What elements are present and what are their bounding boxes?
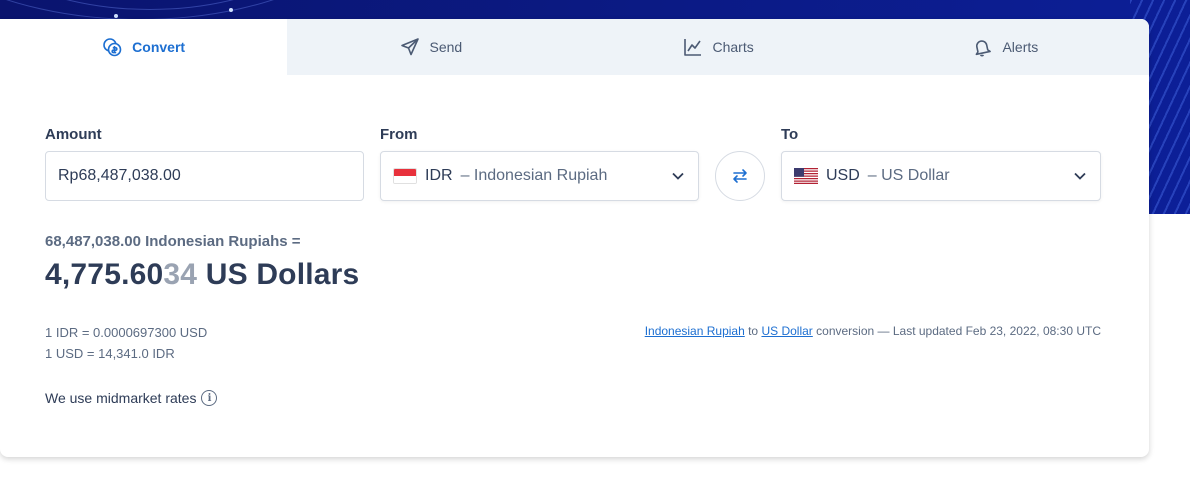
- amount-value: Rp68,487,038.00: [58, 167, 181, 184]
- to-currency-code: USD: [826, 167, 860, 184]
- tab-alerts[interactable]: Alerts: [862, 19, 1149, 75]
- updated-to-word: to: [744, 324, 762, 338]
- indonesia-flag-icon: [393, 168, 417, 184]
- midmarket-note: We use midmarket rates i: [45, 390, 218, 406]
- result-amount-extra-digits: 34: [163, 258, 198, 291]
- tab-convert-label: Convert: [132, 39, 186, 55]
- swap-currencies-button[interactable]: [715, 151, 765, 201]
- to-currency-name: – US Dollar: [867, 167, 950, 184]
- tab-bar: Convert Send Charts Alerts: [0, 19, 1149, 75]
- to-label: To: [781, 126, 799, 143]
- converter-card: Convert Send Charts Alerts Amount Rp68,4…: [0, 19, 1149, 457]
- tab-send-label: Send: [429, 39, 463, 55]
- conversion-source-text: 68,487,038.00 Indonesian Rupiahs =: [45, 233, 301, 250]
- tab-charts[interactable]: Charts: [575, 19, 862, 75]
- swap-arrows-icon: [733, 169, 747, 183]
- result-amount: 4,775.60: [45, 258, 164, 291]
- chevron-down-icon: [672, 172, 684, 180]
- amount-label: Amount: [45, 126, 102, 143]
- midmarket-text: We use midmarket rates: [45, 390, 197, 406]
- result-currency: US Dollars: [197, 258, 360, 291]
- decorative-dot: [229, 8, 233, 12]
- info-icon[interactable]: i: [201, 390, 218, 406]
- last-updated-text: Indonesian Rupiah to US Dollar conversio…: [645, 324, 1101, 338]
- from-currency-select[interactable]: IDR – Indonesian Rupiah: [380, 151, 699, 201]
- tab-convert[interactable]: Convert: [0, 19, 288, 75]
- bell-icon: [976, 40, 992, 57]
- chevron-down-icon: [1074, 172, 1086, 180]
- amount-input[interactable]: Rp68,487,038.00: [45, 151, 364, 201]
- tab-send[interactable]: Send: [287, 19, 574, 75]
- rate-idr-to-usd: 1 IDR = 0.0000697300 USD: [45, 325, 208, 340]
- us-flag-icon: [794, 168, 818, 184]
- chart-icon: [683, 39, 701, 56]
- decorative-dot: [114, 14, 118, 18]
- to-currency-select[interactable]: USD – US Dollar: [781, 151, 1101, 201]
- coins-icon: [103, 38, 122, 57]
- from-currency-link[interactable]: Indonesian Rupiah: [645, 324, 745, 338]
- updated-suffix: conversion — Last updated Feb 23, 2022, …: [812, 324, 1101, 338]
- rate-usd-to-idr: 1 USD = 14,341.0 IDR: [45, 346, 175, 361]
- conversion-result: 4,775.6034 US Dollars: [45, 258, 359, 292]
- to-currency-link[interactable]: US Dollar: [761, 324, 812, 338]
- send-icon: [400, 38, 419, 56]
- from-currency-code: IDR: [425, 167, 453, 184]
- from-label: From: [380, 126, 418, 143]
- tab-alerts-label: Alerts: [1002, 39, 1039, 55]
- from-currency-name: – Indonesian Rupiah: [460, 167, 608, 184]
- tab-charts-label: Charts: [712, 39, 754, 55]
